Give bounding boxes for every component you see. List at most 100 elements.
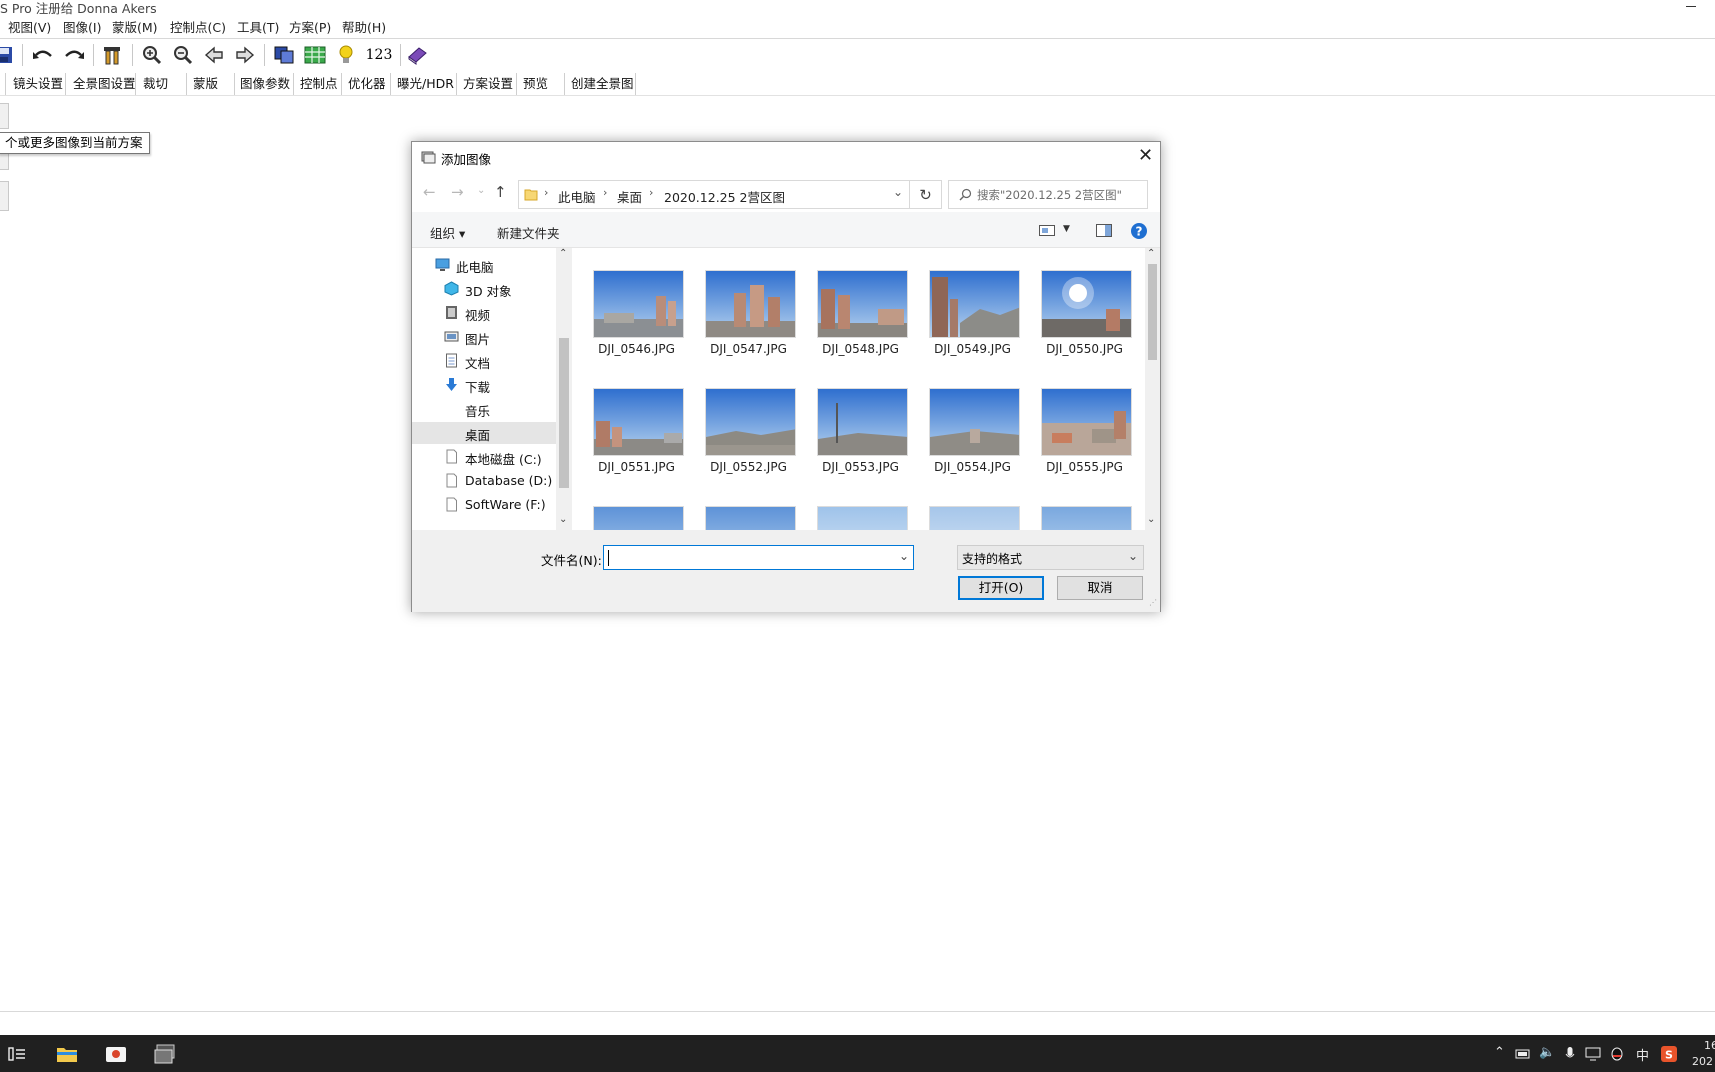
menu-tools[interactable]: 工具(T) — [237, 18, 279, 37]
filename-combobox[interactable]: ⌄ — [603, 545, 914, 570]
tab-panorama-settings[interactable]: 全景图设置 — [67, 73, 136, 95]
tools-icon[interactable] — [100, 43, 124, 67]
app-icon[interactable] — [103, 1041, 129, 1067]
tab-create-panorama[interactable]: 创建全景图 — [565, 73, 636, 95]
menu-mask[interactable]: 蒙版(M) — [112, 18, 158, 37]
tab-mask[interactable]: 蒙版 — [187, 73, 235, 95]
table-icon[interactable] — [303, 43, 327, 67]
scroll-down-icon[interactable]: ⌄ — [559, 514, 567, 525]
next-icon[interactable] — [233, 43, 257, 67]
clock-time[interactable]: 16 — [1704, 1039, 1715, 1052]
help-icon[interactable]: ? — [1130, 222, 1148, 240]
view-dropdown-icon[interactable]: ▼ — [1063, 224, 1070, 234]
search-input[interactable] — [977, 186, 1145, 204]
undo-icon[interactable] — [31, 43, 55, 67]
address-bar[interactable]: › 此电脑 › 桌面 › 2020.12.25 2营区图 ⌄ — [518, 180, 910, 209]
nav-3d-objects[interactable]: 3D 对象 — [412, 278, 556, 300]
zoom-in-icon[interactable] — [140, 43, 164, 67]
qq-icon[interactable] — [1610, 1046, 1624, 1062]
menu-help[interactable]: 帮助(H) — [342, 18, 386, 37]
filetype-dropdown[interactable]: 支持的格式 ⌄ — [957, 545, 1144, 570]
menu-image[interactable]: 图像(I) — [63, 18, 101, 37]
nav-drive-d[interactable]: Database (D:) — [412, 470, 556, 492]
ime-indicator[interactable]: 中 — [1636, 1045, 1649, 1064]
task-view-icon[interactable] — [4, 1041, 30, 1067]
ptgui-taskbar-icon[interactable] — [152, 1041, 178, 1067]
forward-arrow-icon[interactable]: → — [451, 183, 464, 201]
volume-icon[interactable]: 🔈 — [1539, 1045, 1555, 1060]
numbers-button[interactable]: 123 — [362, 43, 396, 67]
nav-label: 桌面 — [465, 428, 491, 443]
nav-videos[interactable]: 视频 — [412, 302, 556, 324]
tab-image-parameters[interactable]: 图像参数 — [234, 73, 294, 95]
close-icon[interactable]: ✕ — [1138, 145, 1153, 167]
zoom-out-icon[interactable] — [171, 43, 195, 67]
book-icon[interactable] — [405, 43, 429, 67]
add-images-button[interactable] — [0, 103, 9, 129]
minimize-button[interactable] — [1686, 6, 1696, 7]
side-button[interactable] — [0, 181, 9, 211]
file-name: DJI_0555.JPG — [1046, 460, 1123, 474]
clock-date[interactable]: 202 — [1692, 1055, 1713, 1068]
redo-icon[interactable] — [62, 43, 86, 67]
tab-exposure-hdr[interactable]: 曝光/HDR — [391, 73, 457, 95]
nav-pictures[interactable]: 图片 — [412, 326, 556, 348]
preview-pane-icon[interactable] — [1096, 224, 1112, 237]
battery-icon[interactable] — [1515, 1048, 1531, 1059]
menu-view[interactable]: 视图(V) — [8, 18, 51, 37]
file-list-scrollbar[interactable]: ⌃ ⌄ — [1145, 248, 1160, 530]
nav-drive-f[interactable]: SoftWare (F:) — [412, 494, 556, 516]
filename-input[interactable] — [607, 549, 892, 566]
nav-music[interactable]: 音乐 — [412, 398, 556, 420]
breadcrumb-desktop[interactable]: 桌面 — [617, 187, 642, 206]
tab-lens-settings[interactable]: 镜头设置 — [7, 73, 66, 95]
tab-preview[interactable]: 预览 — [517, 73, 565, 95]
chevron-down-icon[interactable]: ⌄ — [899, 549, 909, 563]
lightbulb-icon[interactable] — [334, 43, 358, 67]
resize-grip-icon[interactable]: ⋰ — [1149, 598, 1157, 607]
new-folder-button[interactable]: 新建文件夹 — [497, 223, 560, 242]
nav-desktop[interactable]: 桌面 — [412, 422, 556, 444]
scroll-up-icon[interactable]: ⌃ — [559, 248, 567, 259]
chevron-down-icon[interactable]: ⌄ — [1128, 549, 1138, 563]
nav-drive-c[interactable]: 本地磁盘 (C:) — [412, 446, 556, 468]
nav-this-pc[interactable]: 此电脑 — [412, 254, 556, 276]
tab-optimizer[interactable]: 优化器 — [342, 73, 391, 95]
photo-thumbnail — [705, 506, 796, 530]
file-name: DJI_0554.JPG — [934, 460, 1011, 474]
breadcrumb-folder[interactable]: 2020.12.25 2营区图 — [664, 187, 785, 206]
network-icon[interactable] — [1585, 1047, 1601, 1061]
nav-documents[interactable]: 文档 — [412, 350, 556, 372]
nav-downloads[interactable]: 下载 — [412, 374, 556, 396]
menu-control-points[interactable]: 控制点(C) — [170, 18, 226, 37]
images-icon[interactable] — [272, 43, 296, 67]
navigation-scrollbar[interactable]: ⌃ ⌄ — [556, 248, 572, 530]
scroll-thumb[interactable] — [559, 338, 569, 488]
open-button[interactable]: 打开(O) — [958, 576, 1044, 600]
cancel-button[interactable]: 取消 — [1057, 576, 1143, 600]
view-mode-icon[interactable] — [1039, 225, 1055, 236]
sogou-input-icon[interactable]: S — [1661, 1046, 1677, 1062]
tab-crop[interactable]: 裁切 — [137, 73, 187, 95]
organize-button[interactable]: 组织 ▾ — [430, 223, 465, 242]
file-explorer-icon[interactable] — [54, 1041, 80, 1067]
back-arrow-icon[interactable]: ← — [423, 183, 436, 201]
scroll-up-icon[interactable]: ⌃ — [1147, 248, 1155, 259]
refresh-icon[interactable]: ↻ — [910, 180, 942, 209]
microphone-icon[interactable] — [1565, 1046, 1575, 1062]
up-arrow-icon[interactable]: ↑ — [494, 183, 507, 201]
tab-hidden-first[interactable] — [0, 73, 6, 95]
menu-project[interactable]: 方案(P) — [289, 18, 331, 37]
scroll-thumb[interactable] — [1148, 264, 1157, 360]
toolbar-separator — [132, 44, 133, 66]
tab-control-points[interactable]: 控制点 — [294, 73, 342, 95]
scroll-down-icon[interactable]: ⌄ — [1147, 514, 1155, 525]
tab-project-settings[interactable]: 方案设置 — [457, 73, 517, 95]
show-hidden-icons-icon[interactable]: ⌃ — [1494, 1045, 1505, 1060]
search-box[interactable] — [948, 180, 1148, 209]
previous-icon[interactable] — [202, 43, 226, 67]
breadcrumb-this-pc[interactable]: 此电脑 — [558, 187, 596, 206]
save-icon[interactable] — [0, 43, 16, 67]
chevron-down-icon[interactable]: ⌄ — [893, 185, 903, 199]
recent-dropdown-icon[interactable]: ⌄ — [477, 185, 485, 196]
